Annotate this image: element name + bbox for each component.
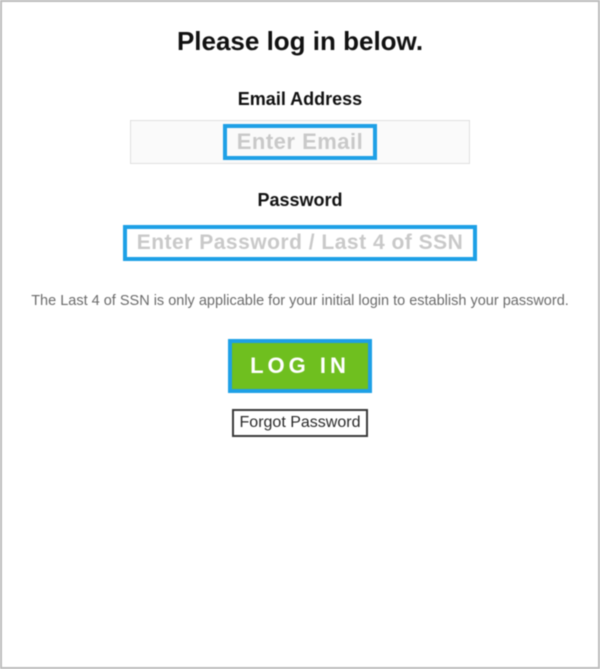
login-button-highlight: LOG IN — [228, 339, 372, 393]
email-label: Email Address — [22, 89, 578, 110]
forgot-row: Forgot Password — [22, 409, 578, 437]
password-placeholder: Enter Password / Last 4 of SSN — [123, 225, 478, 260]
login-button[interactable]: LOG IN — [232, 343, 368, 389]
login-button-row: LOG IN — [22, 339, 578, 393]
login-panel: Please log in below. Email Address Enter… — [0, 0, 600, 669]
email-field[interactable]: Enter Email — [130, 120, 470, 164]
email-placeholder: Enter Email — [223, 124, 378, 160]
forgot-password-button[interactable]: Forgot Password — [232, 409, 369, 437]
email-input-row: Enter Email — [22, 120, 578, 164]
ssn-help-text: The Last 4 of SSN is only applicable for… — [30, 291, 570, 313]
password-input-row: Enter Password / Last 4 of SSN — [22, 221, 578, 265]
password-field[interactable]: Enter Password / Last 4 of SSN — [130, 221, 470, 265]
password-label: Password — [22, 190, 578, 211]
page-title: Please log in below. — [22, 26, 578, 57]
